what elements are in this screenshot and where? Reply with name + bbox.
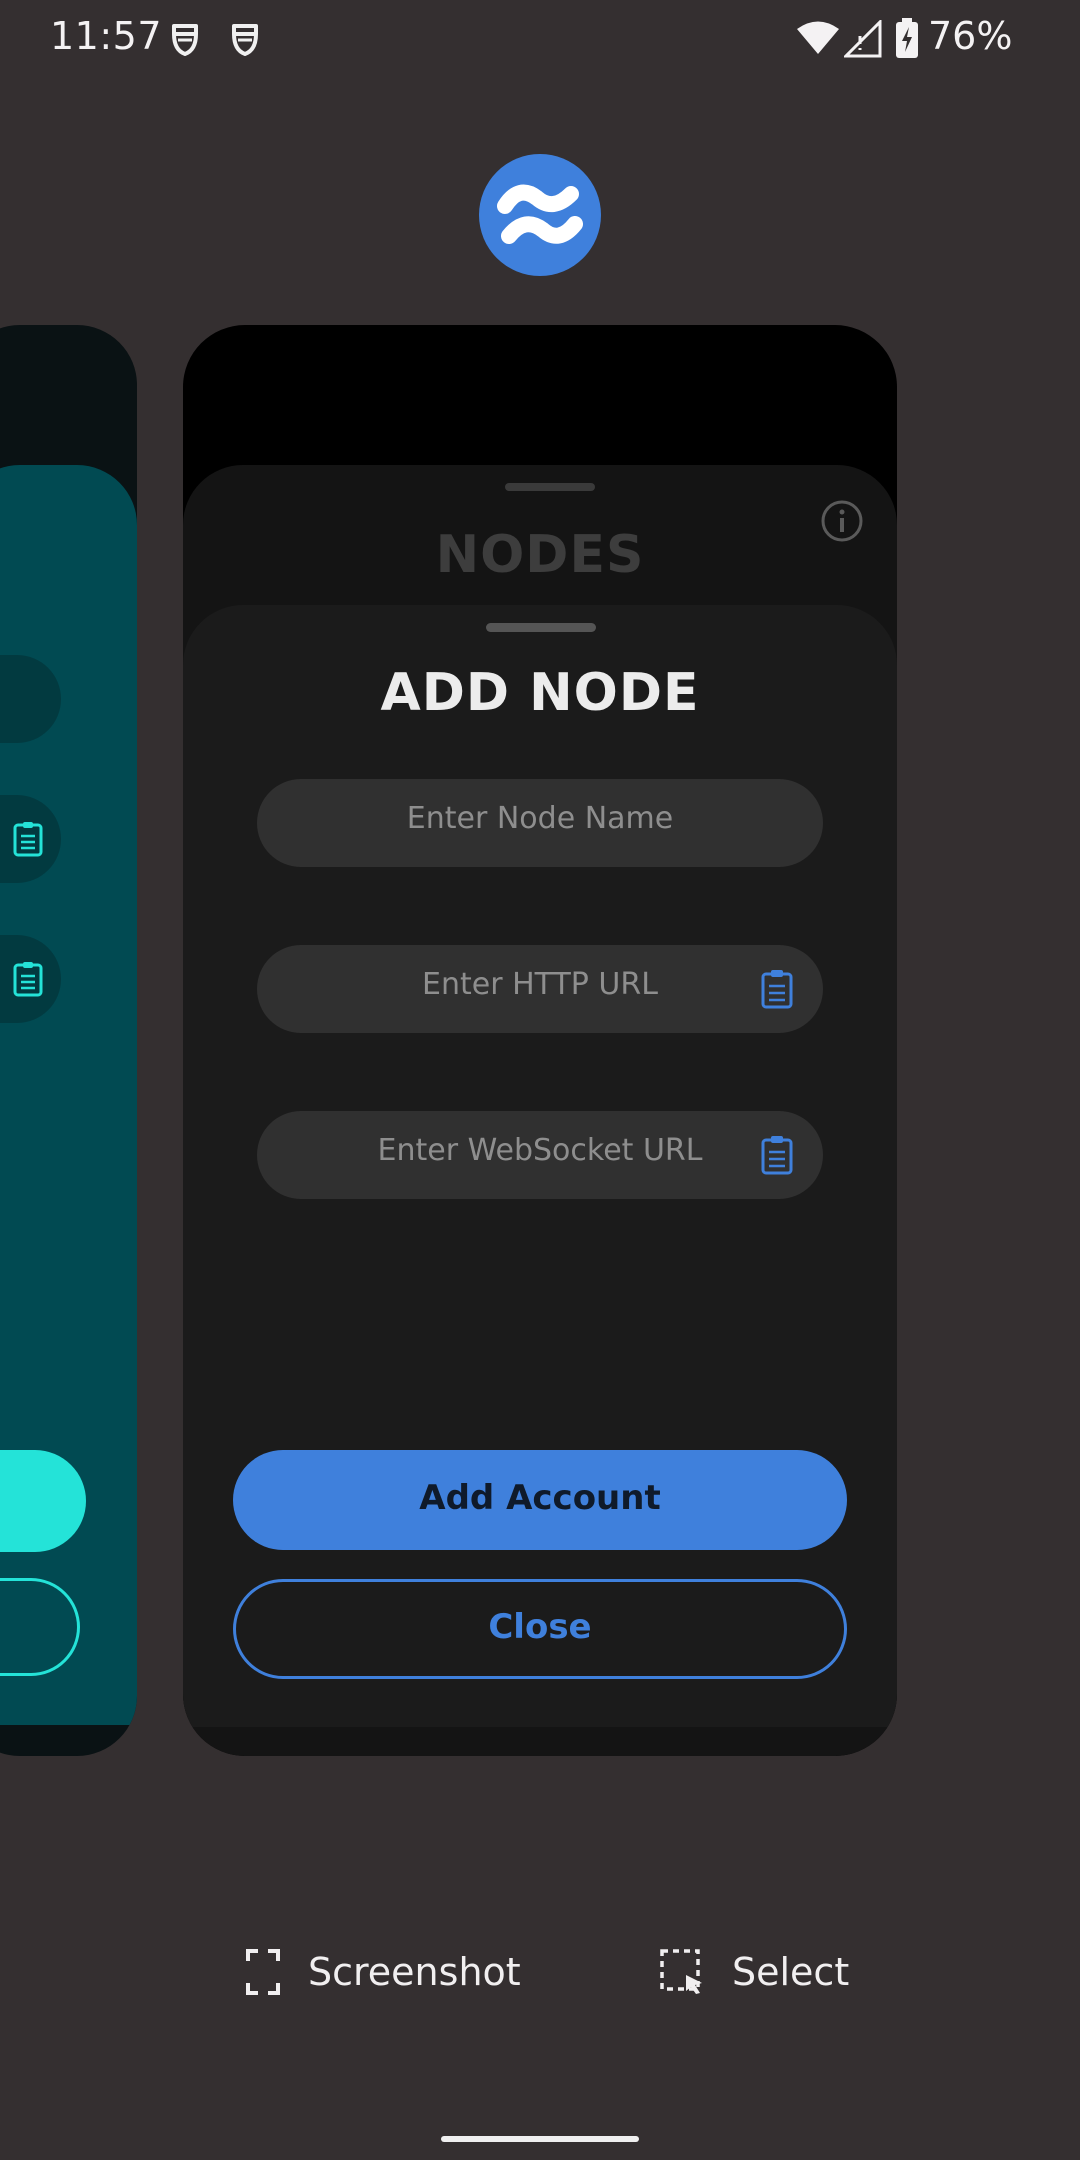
- previous-app-field: [0, 935, 61, 1023]
- gesture-nav-handle[interactable]: [441, 2136, 639, 2142]
- select-icon: [660, 1949, 702, 1994]
- nodes-title: NODES: [435, 525, 645, 585]
- http-url-placeholder: Enter HTTP URL: [422, 967, 658, 1002]
- paste-clipboard-icon[interactable]: [761, 969, 793, 1009]
- info-icon[interactable]: [820, 499, 864, 543]
- nodes-sheet-drag-handle: [505, 483, 595, 491]
- clipboard-icon: [13, 962, 43, 997]
- node-name-placeholder: Enter Node Name: [406, 801, 674, 836]
- websocket-url-placeholder: Enter WebSocket URL: [377, 1133, 703, 1168]
- previous-app-field: [0, 655, 61, 743]
- http-url-input[interactable]: Enter HTTP URL: [257, 945, 823, 1033]
- carrier-app-icon: [172, 24, 198, 56]
- add-node-drag-handle[interactable]: [486, 623, 596, 632]
- status-time: 11:57: [50, 14, 163, 58]
- screenshot-icon: [246, 1949, 280, 1995]
- wave-logo-icon: [497, 184, 583, 244]
- add-account-button[interactable]: Add Account: [233, 1450, 847, 1550]
- add-node-title: ADD NODE: [380, 663, 700, 723]
- carrier-app-icon: [232, 24, 258, 56]
- select-action[interactable]: Select: [660, 1942, 849, 2002]
- select-label: Select: [732, 1950, 850, 1994]
- node-name-input[interactable]: Enter Node Name: [257, 779, 823, 867]
- battery-percent: 76%: [928, 14, 1013, 58]
- wifi-icon: [797, 21, 839, 54]
- add-account-label: Add Account: [419, 1478, 661, 1518]
- screenshot-label: Screenshot: [308, 1950, 521, 1994]
- websocket-url-input[interactable]: Enter WebSocket URL: [257, 1111, 823, 1199]
- close-label: Close: [488, 1607, 592, 1647]
- clipboard-icon: [13, 822, 43, 857]
- current-app-card[interactable]: NODES ADD NODE Enter Node Name Enter HTT…: [183, 325, 897, 1756]
- previous-app-card[interactable]: [0, 325, 137, 1756]
- battery-charging-icon: [896, 18, 918, 58]
- status-bar: 11:57 76%: [0, 0, 1080, 80]
- close-button[interactable]: Close: [233, 1579, 847, 1679]
- cell-signal-icon: [844, 20, 882, 58]
- paste-clipboard-icon[interactable]: [761, 1135, 793, 1175]
- previous-app-field: [0, 795, 61, 883]
- add-node-sheet: ADD NODE Enter Node Name Enter HTTP URL …: [183, 605, 897, 1727]
- screenshot-action[interactable]: Screenshot: [246, 1942, 521, 2002]
- app-logo-icon[interactable]: [479, 154, 601, 276]
